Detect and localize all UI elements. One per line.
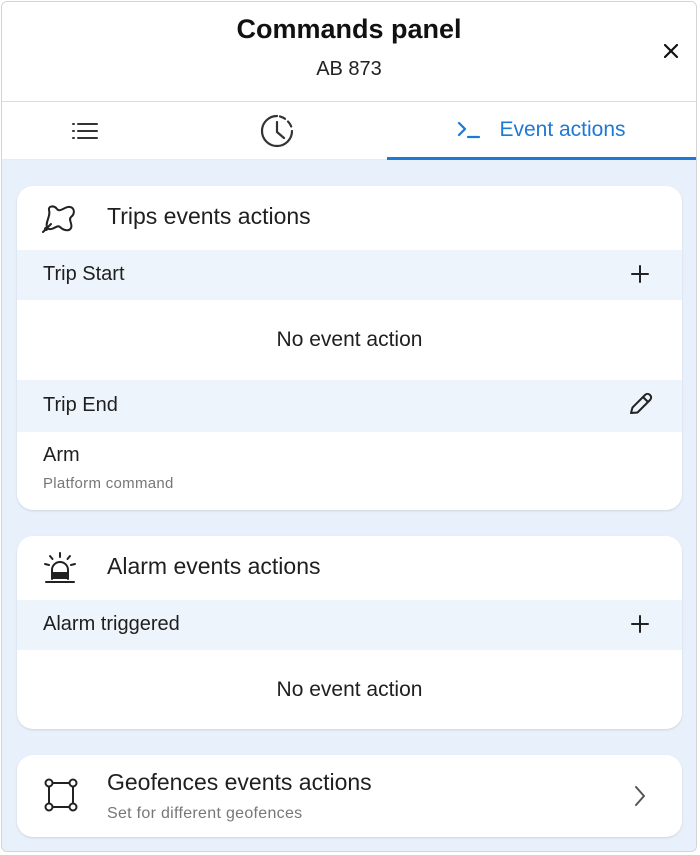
tab-event-actions[interactable]: Event actions (387, 102, 696, 160)
alarm-triggered-row: Alarm triggered (17, 600, 682, 650)
geofences-events-card[interactable]: Geofences events actions Set for differe… (17, 755, 682, 837)
plus-icon (631, 615, 649, 633)
close-button[interactable] (658, 38, 684, 64)
geofences-card-title: Geofences events actions (107, 769, 372, 795)
panel-header: Commands panel AB 873 (2, 2, 696, 102)
plus-icon (631, 265, 649, 283)
close-icon (664, 44, 678, 58)
trip-end-row: Trip End (17, 380, 682, 432)
edit-trip-end-action-button[interactable] (626, 390, 654, 418)
polygon-icon (44, 778, 78, 812)
list-icon (71, 123, 98, 139)
chevron-right-icon (635, 786, 645, 806)
pencil-icon (630, 392, 653, 414)
trip-start-row: Trip Start (17, 250, 682, 300)
siren-icon (44, 552, 76, 583)
alarm-events-card: Alarm events actions Alarm triggered No … (17, 536, 682, 729)
action-name: Arm (43, 444, 80, 466)
trips-events-card: Trips events actions Trip Start No event… (17, 186, 682, 510)
commands-panel: Commands panel AB 873 Event actions Trip… (1, 1, 697, 852)
tab-history[interactable] (167, 102, 387, 160)
trips-card-title: Trips events actions (107, 203, 311, 229)
alarm-card-header: Alarm events actions (17, 536, 682, 600)
trip-end-action-item[interactable]: Arm Platform command (17, 432, 682, 510)
action-type: Platform command (43, 475, 174, 492)
panel-subtitle: AB 873 (316, 58, 382, 80)
trip-start-empty-text: No event action (276, 328, 423, 351)
panel-title: Commands panel (236, 14, 462, 44)
terminal-prompt-icon (458, 121, 481, 138)
route-icon (42, 205, 75, 233)
trip-end-label: Trip End (43, 394, 118, 416)
geofences-card-subtitle: Set for different geofences (107, 805, 303, 822)
add-alarm-action-button[interactable] (626, 610, 654, 638)
tab-event-actions-label: Event actions (499, 117, 626, 141)
tab-bar: Event actions (2, 102, 696, 160)
trip-start-label: Trip Start (43, 263, 125, 285)
history-clock-icon (260, 114, 294, 148)
trips-card-header: Trips events actions (17, 186, 682, 250)
tab-list[interactable] (2, 102, 167, 160)
alarm-card-title: Alarm events actions (107, 553, 321, 579)
alarm-empty-text: No event action (276, 678, 423, 701)
add-trip-start-action-button[interactable] (626, 260, 654, 288)
event-actions-content: Trips events actions Trip Start No event… (2, 160, 696, 851)
alarm-triggered-label: Alarm triggered (43, 613, 180, 635)
